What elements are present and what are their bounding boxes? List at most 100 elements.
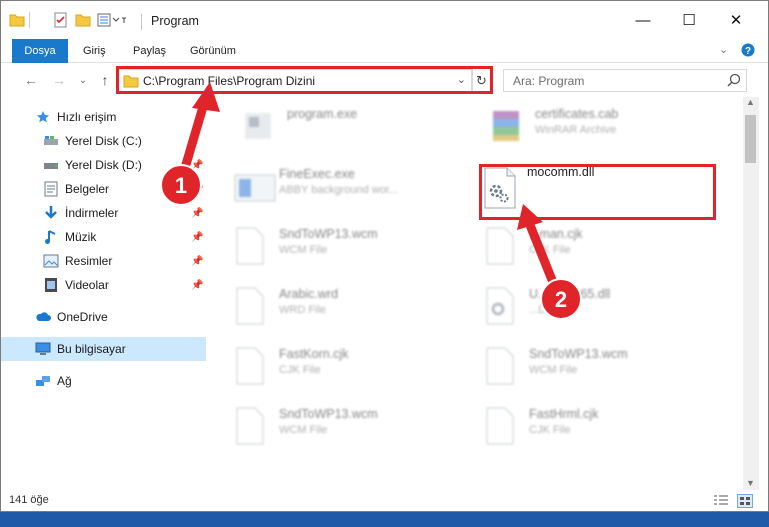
file-item[interactable]: program.exe [215, 99, 455, 151]
file-item[interactable]: FastKorn.cjk CJK File [207, 339, 447, 391]
pin-icon[interactable]: 📌 [191, 184, 203, 195]
title-divider [141, 14, 142, 30]
app-window-icon [233, 167, 276, 205]
minimize-button[interactable]: — [620, 1, 666, 39]
file-list: program.exe certificates.cab WinRAR Arch… [207, 97, 743, 490]
vertical-scrollbar[interactable]: ▲ ▼ [743, 97, 759, 490]
search-input[interactable]: Ara: Program [503, 69, 747, 92]
file-item[interactable]: FineExec.exe ABBY background wor... [207, 159, 447, 211]
forward-arrow-icon[interactable]: → [49, 70, 69, 90]
address-row: ← → ⌄ ↑ C:\Program Files\Program Dizini … [1, 64, 768, 96]
status-bar: 141 öğe [1, 490, 768, 511]
ribbon-tabs: Dosya Giriş Paylaş Görünüm ⌄ ? [1, 39, 768, 63]
file-item[interactable]: SndToWP13.wcm WCM File [207, 399, 447, 451]
file-name: certificates.cab [535, 107, 619, 121]
item-count: 141 öğe [9, 494, 49, 506]
scrollbar-thumb[interactable] [745, 115, 756, 163]
documents-icon [43, 181, 59, 197]
properties-icon[interactable] [53, 12, 69, 30]
computer-icon [35, 341, 51, 357]
tab-dosya[interactable]: Dosya [12, 39, 68, 63]
pin-icon[interactable]: 📌 [191, 160, 203, 171]
file-name: program.exe [287, 107, 358, 121]
dll-gear-icon [483, 287, 517, 325]
ribbon-expand-icon[interactable]: ⌄ [719, 43, 728, 56]
file-type: WCM File [279, 424, 328, 436]
nav-item-downloads[interactable]: İndirmeler 📌 [1, 201, 206, 225]
maximize-button[interactable]: ☐ [666, 1, 712, 39]
blank-file-icon [483, 227, 517, 265]
nav-item-documents[interactable]: Belgeler 📌 [1, 177, 206, 201]
nav-item-network[interactable]: Ağ [1, 369, 206, 393]
recent-locations-icon[interactable]: ⌄ [73, 70, 93, 90]
help-icon[interactable]: ? [741, 43, 755, 60]
scroll-down-icon[interactable]: ▼ [746, 478, 755, 488]
file-item[interactable]: ...man.cjk CJK File [457, 219, 697, 271]
drive-icon [43, 157, 59, 173]
file-name: Arabic.wrd [279, 287, 339, 301]
file-item[interactable]: SndToWP13.wcm WCM File [207, 219, 447, 271]
nav-item-local-disk-d[interactable]: Yerel Disk (D:) 📌 [1, 153, 206, 177]
blank-file-icon [483, 347, 517, 385]
pin-icon[interactable]: 📌 [191, 232, 203, 243]
details-view-icon[interactable] [713, 494, 729, 508]
pin-icon[interactable]: 📌 [191, 256, 203, 267]
large-icons-view-icon[interactable] [737, 494, 753, 508]
file-name: ...man.cjk [529, 227, 583, 241]
archive-icon [489, 107, 523, 145]
blank-file-icon [483, 407, 517, 445]
tab-paylas[interactable]: Paylaş [133, 39, 166, 63]
blank-file-icon [233, 227, 267, 265]
file-type: ABBY background wor... [279, 184, 399, 196]
customize-qa-icon[interactable] [97, 12, 127, 30]
pin-icon[interactable]: 📌 [191, 280, 203, 291]
nav-item-quick-access[interactable]: Hızlı erişim [1, 105, 206, 129]
nav-label: Bu bilgisayar [57, 342, 126, 356]
file-type: WCM File [279, 244, 328, 256]
file-type: CJK File [529, 424, 571, 436]
search-placeholder: Ara: Program [513, 74, 585, 88]
up-arrow-icon[interactable]: ↑ [95, 70, 115, 90]
nav-item-onedrive[interactable]: OneDrive [1, 305, 206, 329]
svg-text:?: ? [745, 46, 751, 57]
file-name: U...Client65.dll [529, 287, 611, 301]
nav-label: Yerel Disk (D:) [65, 158, 142, 172]
network-icon [35, 373, 51, 389]
file-type: ...DLL [529, 304, 559, 316]
star-icon [35, 109, 51, 125]
blank-file-icon [233, 407, 267, 445]
pin-icon[interactable]: 📌 [191, 208, 203, 219]
search-icon[interactable] [726, 72, 742, 88]
nav-item-local-disk-c[interactable]: Yerel Disk (C:) [1, 129, 206, 153]
nav-item-pictures[interactable]: Resimler 📌 [1, 249, 206, 273]
back-arrow-icon[interactable]: ← [21, 70, 41, 90]
pictures-icon [43, 253, 59, 269]
blank-file-icon [233, 347, 267, 385]
cloud-icon [35, 309, 51, 325]
file-item[interactable]: certificates.cab WinRAR Archive [463, 99, 703, 151]
file-name: FineExec.exe [279, 167, 355, 181]
file-type: WRD File [279, 304, 327, 316]
file-item[interactable]: Arabic.wrd WRD File [207, 279, 447, 331]
nav-label: Ağ [57, 374, 72, 388]
dll-highlight-box [479, 164, 716, 220]
scroll-up-icon[interactable]: ▲ [746, 97, 755, 107]
file-item[interactable]: U...Client65.dll ...DLL [457, 279, 697, 331]
tab-giris[interactable]: Giriş [83, 39, 106, 63]
title-bar: Program — ☐ ✕ [1, 1, 768, 39]
file-item[interactable]: SndToWP13.wcm WCM File [457, 339, 697, 391]
nav-item-music[interactable]: Müzik 📌 [1, 225, 206, 249]
nav-label: Hızlı erişim [57, 110, 117, 124]
file-name: SndToWP13.wcm [279, 227, 378, 241]
nav-item-this-pc[interactable]: Bu bilgisayar [1, 337, 206, 361]
file-name: SndToWP13.wcm [529, 347, 628, 361]
drive-icon [43, 133, 59, 149]
file-item[interactable]: FastHrml.cjk CJK File [457, 399, 697, 451]
new-folder-icon[interactable] [75, 12, 91, 30]
tab-gorunum[interactable]: Görünüm [190, 39, 236, 63]
close-button[interactable]: ✕ [713, 1, 759, 39]
nav-label: Belgeler [65, 182, 110, 196]
blank-file-icon [233, 287, 267, 325]
nav-label: İndirmeler [65, 206, 119, 220]
nav-item-videos[interactable]: Videolar 📌 [1, 273, 206, 297]
